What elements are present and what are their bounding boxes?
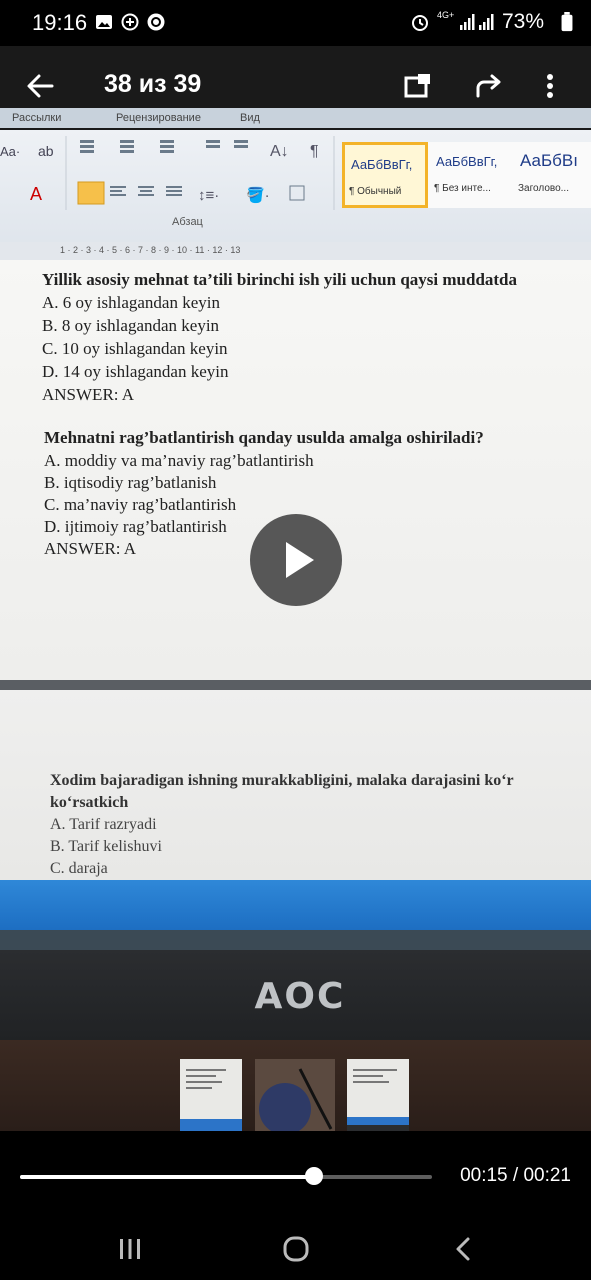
question-2: Mehnatni rag’batlantirish qanday usulda … [44, 428, 484, 447]
q3-option-c: C. daraja [50, 860, 108, 877]
svg-text:🪣·: 🪣· [246, 186, 270, 204]
monitor-logo: AOC [254, 976, 346, 1017]
document-page-2: Xodim bajaradigan ishning murakkabligini… [0, 690, 591, 880]
play-icon [286, 542, 314, 578]
viewer-toolbar: 38 из 39 [0, 56, 591, 116]
q2-answer: ANSWER: A [44, 539, 137, 558]
status-time: 19:16 [32, 10, 88, 35]
svg-text:ab: ab [38, 143, 54, 159]
ribbon-group-label: Абзац [172, 216, 203, 228]
q1-option-d: D. 14 oy ishlagandan keyin [42, 362, 229, 381]
svg-text:A: A [30, 184, 42, 204]
screen-bottom-edge [0, 930, 591, 950]
signal-icon [460, 14, 494, 30]
back-nav-icon[interactable] [446, 1231, 482, 1267]
seek-bar[interactable] [20, 1175, 432, 1179]
style-no-spacing[interactable]: АаБбВвГг, ¶ Без инте... [430, 142, 514, 208]
alarm-icon [412, 15, 428, 31]
q1-option-a: A. 6 oy ishlagandan keyin [42, 293, 220, 312]
thumbnail-item[interactable] [347, 1059, 409, 1139]
style-heading[interactable]: АаБбВı Заголово... [514, 142, 591, 208]
status-bar: 19:16 4G+ 73% [0, 0, 591, 46]
question-3-continued: ko‘rsatkich [50, 794, 129, 811]
q3-option-a: A. Tarif razryadi [50, 816, 157, 833]
q1-answer: ANSWER: A [42, 385, 135, 404]
recents-icon[interactable] [112, 1231, 148, 1267]
screen-taskbar [0, 880, 591, 930]
q2-option-d: D. ijtimoiy rag’batlantirish [44, 517, 227, 536]
seek-handle[interactable] [305, 1167, 324, 1185]
battery-percent: 73% [502, 10, 545, 33]
playback-time: 00:15 / 00:21 [460, 1165, 571, 1186]
document-page: Yillik asosiy mehnat ta’tili birinchi is… [0, 260, 591, 680]
battery-icon [561, 12, 573, 32]
share-icon[interactable] [472, 70, 504, 102]
style-normal[interactable]: АаБбВвГг, ¶ Обычный [342, 142, 428, 208]
q2-option-c: C. ma’naviy rag’batlantirish [44, 495, 237, 514]
svg-text:A↓: A↓ [270, 143, 289, 160]
system-nav-bar [0, 1217, 591, 1280]
network-type: 4G+ [437, 10, 455, 20]
media-counter: 38 из 39 [104, 70, 202, 98]
back-icon[interactable] [22, 68, 58, 104]
ruler: 1 · 2 · 3 · 4 · 5 · 6 · 7 · 8 · 9 · 10 ·… [0, 242, 591, 260]
svg-text:Aa·: Aa· [0, 144, 20, 159]
q2-option-a: A. moddiy va ma’naviy rag’batlantirish [44, 451, 314, 470]
q1-option-c: C. 10 oy ishlagandan keyin [42, 339, 228, 358]
styles-gallery[interactable]: АаБбВвГг, ¶ Обычный АаБбВвГг, ¶ Без инте… [342, 142, 591, 208]
seek-progress [20, 1175, 315, 1179]
svg-text:¶: ¶ [310, 143, 319, 160]
sync-icon [147, 13, 165, 31]
thumbnail-strip [0, 1059, 591, 1139]
page-divider [0, 680, 591, 690]
message-icon [121, 13, 139, 31]
gallery-icon [96, 15, 112, 29]
cast-icon[interactable] [402, 70, 434, 102]
video-controls: 00:15 / 00:21 [0, 1131, 591, 1217]
q1-option-b: B. 8 oy ishlagandan keyin [42, 316, 220, 335]
question-3: Xodim bajaradigan ishning murakkabligini… [50, 772, 514, 789]
play-button[interactable] [250, 514, 342, 606]
svg-text:↕≡·: ↕≡· [198, 187, 219, 204]
question-1: Yillik asosiy mehnat ta’tili birinchi is… [42, 270, 518, 289]
more-icon[interactable] [540, 70, 560, 102]
q3-option-b: B. Tarif kelishuvi [50, 838, 162, 855]
thumbnail-item[interactable] [180, 1059, 242, 1139]
q2-option-b: B. iqtisodiy rag’batlanish [44, 473, 217, 492]
thumbnail-item-active[interactable] [255, 1059, 335, 1139]
home-icon[interactable] [278, 1231, 314, 1267]
